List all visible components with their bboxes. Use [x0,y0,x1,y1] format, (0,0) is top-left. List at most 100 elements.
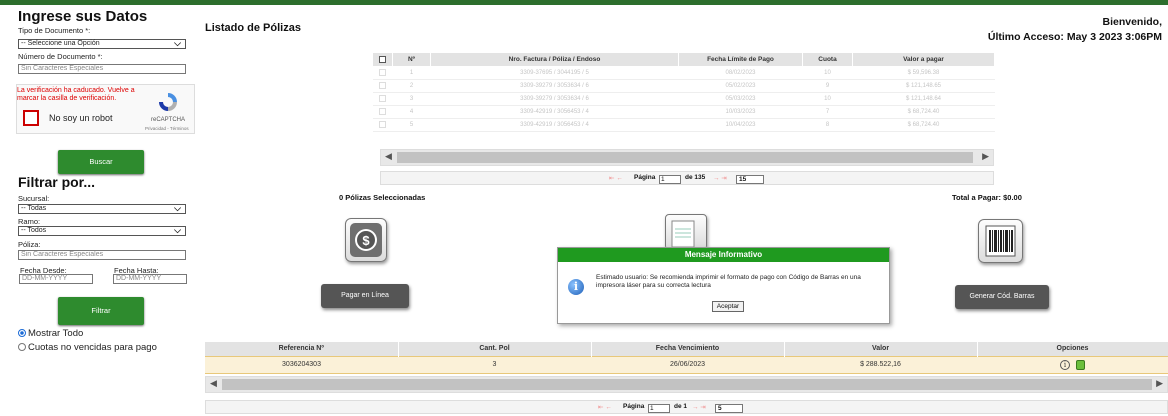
table-row[interactable]: 1 3309-37695 / 3044195 / 5 08/02/2023 10… [372,66,995,80]
table-cell: $ 288.522,16 [784,355,977,374]
page-title: Listado de Pólizas [205,22,301,34]
col-header: Opciones [977,342,1168,356]
table-cell: 10/04/2023 [678,118,803,132]
table-cell: 3309-42919 / 3056453 / 4 [430,118,679,132]
table-cell: 10 [802,92,853,106]
ramo-select[interactable]: -- Todos ⌵ [18,226,186,236]
tipo-doc-label: Tipo de Documento *: [18,26,91,35]
col-header: Fecha Límite de Pago [678,52,803,67]
numero-doc-label: Número de Documento *: [18,52,103,61]
poliza-input[interactable]: Sin Caracteres Especiales [18,250,186,260]
row-checkbox[interactable] [372,118,393,132]
table-cell: 5 [392,118,431,132]
next-page-icon[interactable]: → ⇥ [713,174,727,182]
table-cell: 7 [802,105,853,119]
table-cell: $ 59,596.38 [852,66,995,80]
scroll-right-icon[interactable]: ▶ [982,151,989,162]
captcha-checkbox[interactable] [23,110,39,126]
table-cell: $ 121,148.64 [852,92,995,106]
page-label: Página [634,174,656,181]
first-page-icon[interactable]: ⇤ ← [598,403,612,411]
fecha-desde-input[interactable]: DD-MM-YYYY [19,274,93,284]
filtrar-button[interactable]: Filtrar [58,297,144,325]
options-cell: i [977,355,1168,374]
col-header: Cuota [802,52,853,67]
printer-icon[interactable] [1075,359,1085,370]
document-icon[interactable] [665,214,707,250]
page-label: Página [623,403,645,410]
info-circle-icon[interactable]: i [1060,359,1071,370]
table-cell: $ 121,148.65 [852,79,995,93]
page-count: de 135 [685,174,706,181]
poliza-label: Póliza: [18,240,41,249]
captcha-label: No soy un robot [49,113,113,123]
table-cell: 4 [392,105,431,119]
table-row[interactable]: 5 3309-42919 / 3056453 / 4 10/04/2023 8 … [372,118,995,132]
table-cell: 10 [802,66,853,80]
info-modal: Mensaje Informativo i Estimado usuario: … [557,247,890,324]
col-header: Nº [392,52,431,67]
select-all-checkbox[interactable] [372,52,393,67]
dollar-icon[interactable]: $ [345,218,387,262]
table-cell: 08/02/2023 [678,66,803,80]
radio-cuotas[interactable]: Cuotas no vencidas para pago [18,342,157,353]
numero-doc-input[interactable]: Sin Caracteres Especiales [18,64,186,74]
scroll-thumb[interactable] [222,379,1152,390]
sucursal-label: Sucursal: [18,194,50,203]
recaptcha-links[interactable]: Privacidad - Términos [145,126,189,131]
next-page-icon[interactable]: → ⇥ [692,403,706,411]
polizas-hscrollbar[interactable]: ◀ ▶ [380,149,994,166]
table-cell: 3036204303 [205,355,398,374]
panel-heading: Ingrese sus Datos [18,8,148,25]
row-checkbox[interactable] [372,105,393,119]
scroll-left-icon[interactable]: ◀ [210,378,217,389]
recaptcha-widget: La verificación ha caducado. Vuelve a ma… [16,84,195,134]
captcha-error: La verificación ha caducado. Vuelve a ma… [17,87,135,102]
table-cell: 1 [392,66,431,80]
radio-mostrar-todo[interactable]: Mostrar Todo [18,328,83,339]
table-cell: 26/06/2023 [591,355,784,374]
scroll-right-icon[interactable]: ▶ [1156,378,1163,389]
scroll-left-icon[interactable]: ◀ [385,151,392,162]
col-header: Nro. Factura / Póliza / Endoso [430,52,679,67]
table-cell: 3309-39279 / 3053634 / 6 [430,92,679,106]
polizas-table: Nº Nro. Factura / Póliza / Endoso Fecha … [372,52,995,132]
modal-title: Mensaje Informativo [558,248,889,262]
total-to-pay: Total a Pagar: $0.00 [952,193,1022,202]
chevron-down-icon: ⌵ [174,225,181,235]
sucursal-select[interactable]: -- Todas ⌵ [18,204,186,214]
table-cell: 10/03/2023 [678,105,803,119]
ramo-label: Ramo: [18,217,41,226]
col-header: Cant. Pol [398,342,592,356]
tipo-doc-select[interactable]: -- Seleccione una Opción ⌵ [18,39,186,49]
row-checkbox[interactable] [372,66,393,80]
selected-count: 0 Pólizas Seleccionadas [339,193,426,202]
table-cell: 9 [802,79,853,93]
barcode-icon[interactable] [978,219,1023,263]
recaptcha-icon [159,93,177,111]
table-row[interactable]: 3 3309-39279 / 3053634 / 6 05/03/2023 10… [372,92,995,106]
table-cell: 8 [802,118,853,132]
pagar-en-linea-button[interactable]: Pagar en Línea [321,284,409,308]
first-page-icon[interactable]: ⇤ ← [609,174,623,182]
aceptar-button[interactable]: Aceptar [712,301,744,312]
col-header: Referencia Nº [205,342,399,356]
row-checkbox[interactable] [372,79,393,93]
chevron-down-icon: ⌵ [174,203,181,213]
scroll-thumb[interactable] [397,152,973,163]
table-row[interactable]: 4 3309-42919 / 3056453 / 4 10/03/2023 7 … [372,105,995,119]
row-checkbox[interactable] [372,92,393,106]
table-cell: 3309-37695 / 3044195 / 5 [430,66,679,80]
generar-codigo-barras-button[interactable]: Generar Cód. Barras [955,285,1049,309]
table-row[interactable]: 3036204303 3 26/06/2023 $ 288.522,16 i [205,355,1168,374]
referencias-hscrollbar[interactable]: ◀ ▶ [205,376,1168,393]
fecha-hasta-input[interactable]: DD-MM-YYYY [113,274,187,284]
filter-heading: Filtrar por... [18,174,96,190]
radio-icon [18,343,26,351]
table-cell: 3 [392,92,431,106]
table-cell: 3 [398,355,591,374]
col-header: Valor [784,342,978,356]
buscar-button[interactable]: Buscar [58,150,144,174]
table-cell: 2 [392,79,431,93]
table-row[interactable]: 2 3309-39279 / 3053634 / 6 05/02/2023 9 … [372,79,995,93]
